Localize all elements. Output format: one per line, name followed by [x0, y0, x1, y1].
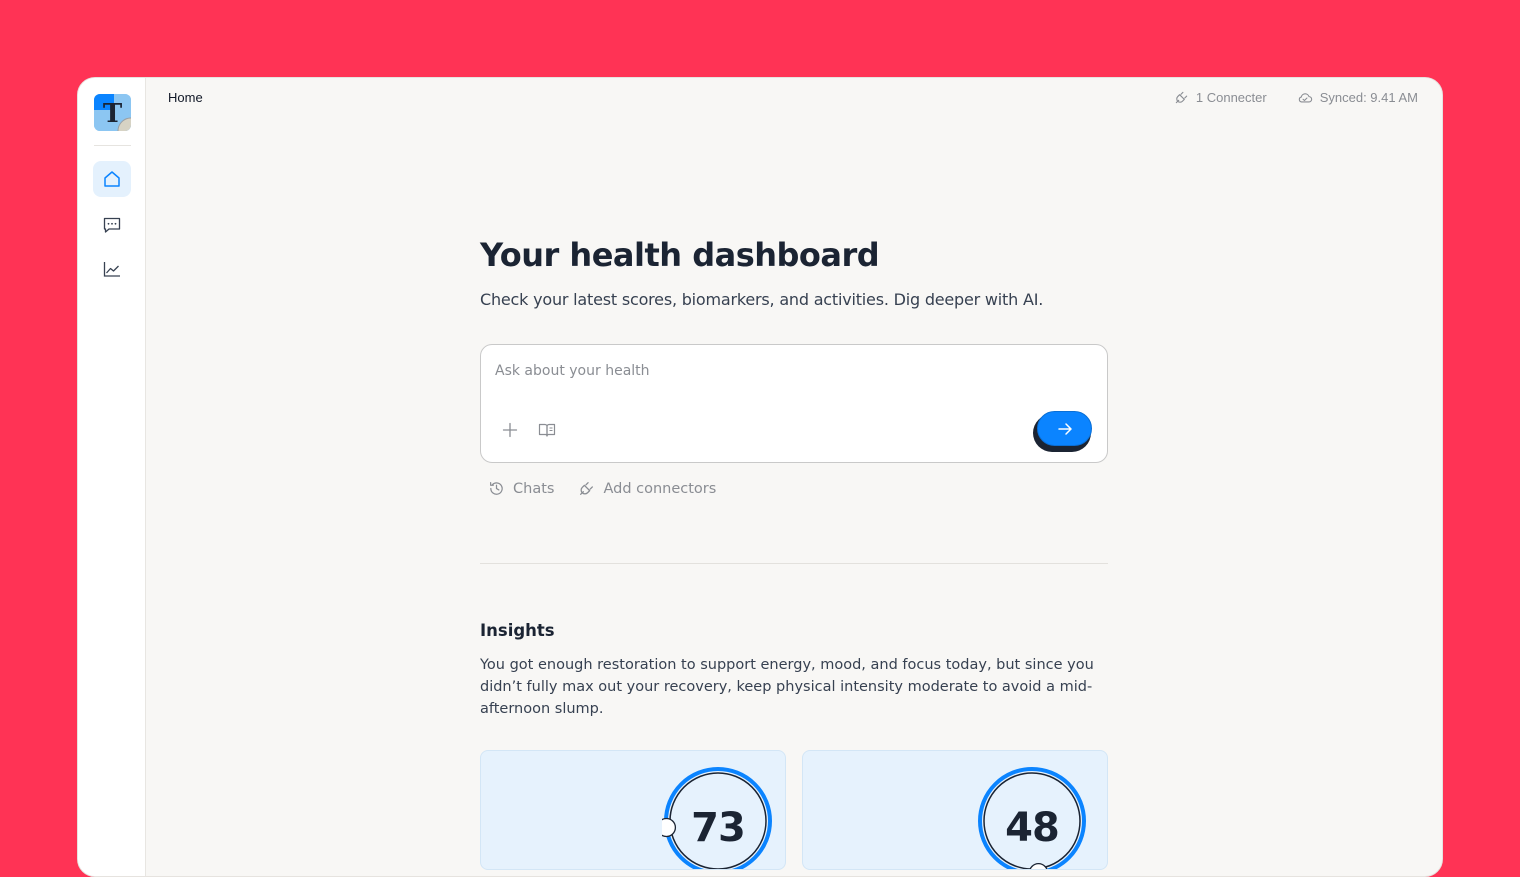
connector-count[interactable]: 1 Connecter: [1174, 90, 1267, 105]
attach-button[interactable]: [499, 419, 521, 441]
score-ring: 48: [976, 765, 1088, 869]
score-ring: 73: [656, 765, 774, 869]
main-content: Your health dashboard Check your latest …: [480, 236, 1108, 870]
quick-links: Chats Add connectors: [488, 480, 716, 497]
page-subtitle: Check your latest scores, biomarkers, an…: [480, 290, 1044, 309]
logo-icon: T: [94, 94, 131, 131]
score-card[interactable]: 73: [480, 750, 786, 870]
app-logo[interactable]: T: [94, 94, 131, 131]
send-button[interactable]: [1033, 411, 1093, 452]
breadcrumb: Home: [168, 90, 203, 105]
chats-link[interactable]: Chats: [488, 480, 554, 497]
history-icon: [490, 482, 503, 495]
topbar-status: 1 Connecter Synced: 9.41 AM: [1174, 90, 1418, 105]
sidebar: T: [78, 78, 146, 876]
plug-icon: [580, 482, 594, 495]
sidebar-item-home[interactable]: [93, 161, 131, 197]
ask-input[interactable]: [495, 359, 1075, 383]
home-icon: [104, 171, 120, 187]
sidebar-divider: [94, 145, 131, 146]
score-card[interactable]: 48: [802, 750, 1108, 870]
add-connectors-label: Add connectors: [603, 480, 717, 497]
plug-icon: [1175, 91, 1188, 104]
add-connectors-link[interactable]: Add connectors: [578, 480, 716, 497]
insights-title: Insights: [480, 621, 555, 640]
ask-box: [480, 344, 1108, 463]
plus-icon: [502, 422, 518, 438]
sidebar-item-charts[interactable]: [93, 251, 131, 287]
score-value: 73: [691, 805, 746, 851]
score-ring-knob: [1029, 862, 1048, 869]
section-divider: [480, 563, 1108, 564]
chats-link-label: Chats: [513, 480, 555, 497]
sync-status-label: Synced: 9.41 AM: [1319, 90, 1418, 105]
sidebar-item-chats[interactable]: [93, 207, 131, 243]
svg-text:T: T: [103, 99, 123, 129]
sync-status: Synced: 9.41 AM: [1297, 90, 1418, 105]
library-button[interactable]: [536, 419, 558, 441]
arrow-right-icon: [1057, 422, 1072, 435]
book-icon: [538, 423, 556, 437]
insights-text: You got enough restoration to support en…: [480, 657, 1094, 717]
chat-icon: [103, 217, 121, 233]
score-value: 48: [1005, 805, 1060, 851]
chart-icon: [103, 262, 120, 277]
cloud-check-icon: [1298, 93, 1312, 103]
send-button-face: [1037, 411, 1092, 446]
connector-count-label: 1 Connecter: [1195, 90, 1267, 105]
page-title: Your health dashboard: [480, 236, 880, 274]
app-window: T Home 1 Connecter Synced: 9.41 AM Your …: [77, 77, 1443, 877]
